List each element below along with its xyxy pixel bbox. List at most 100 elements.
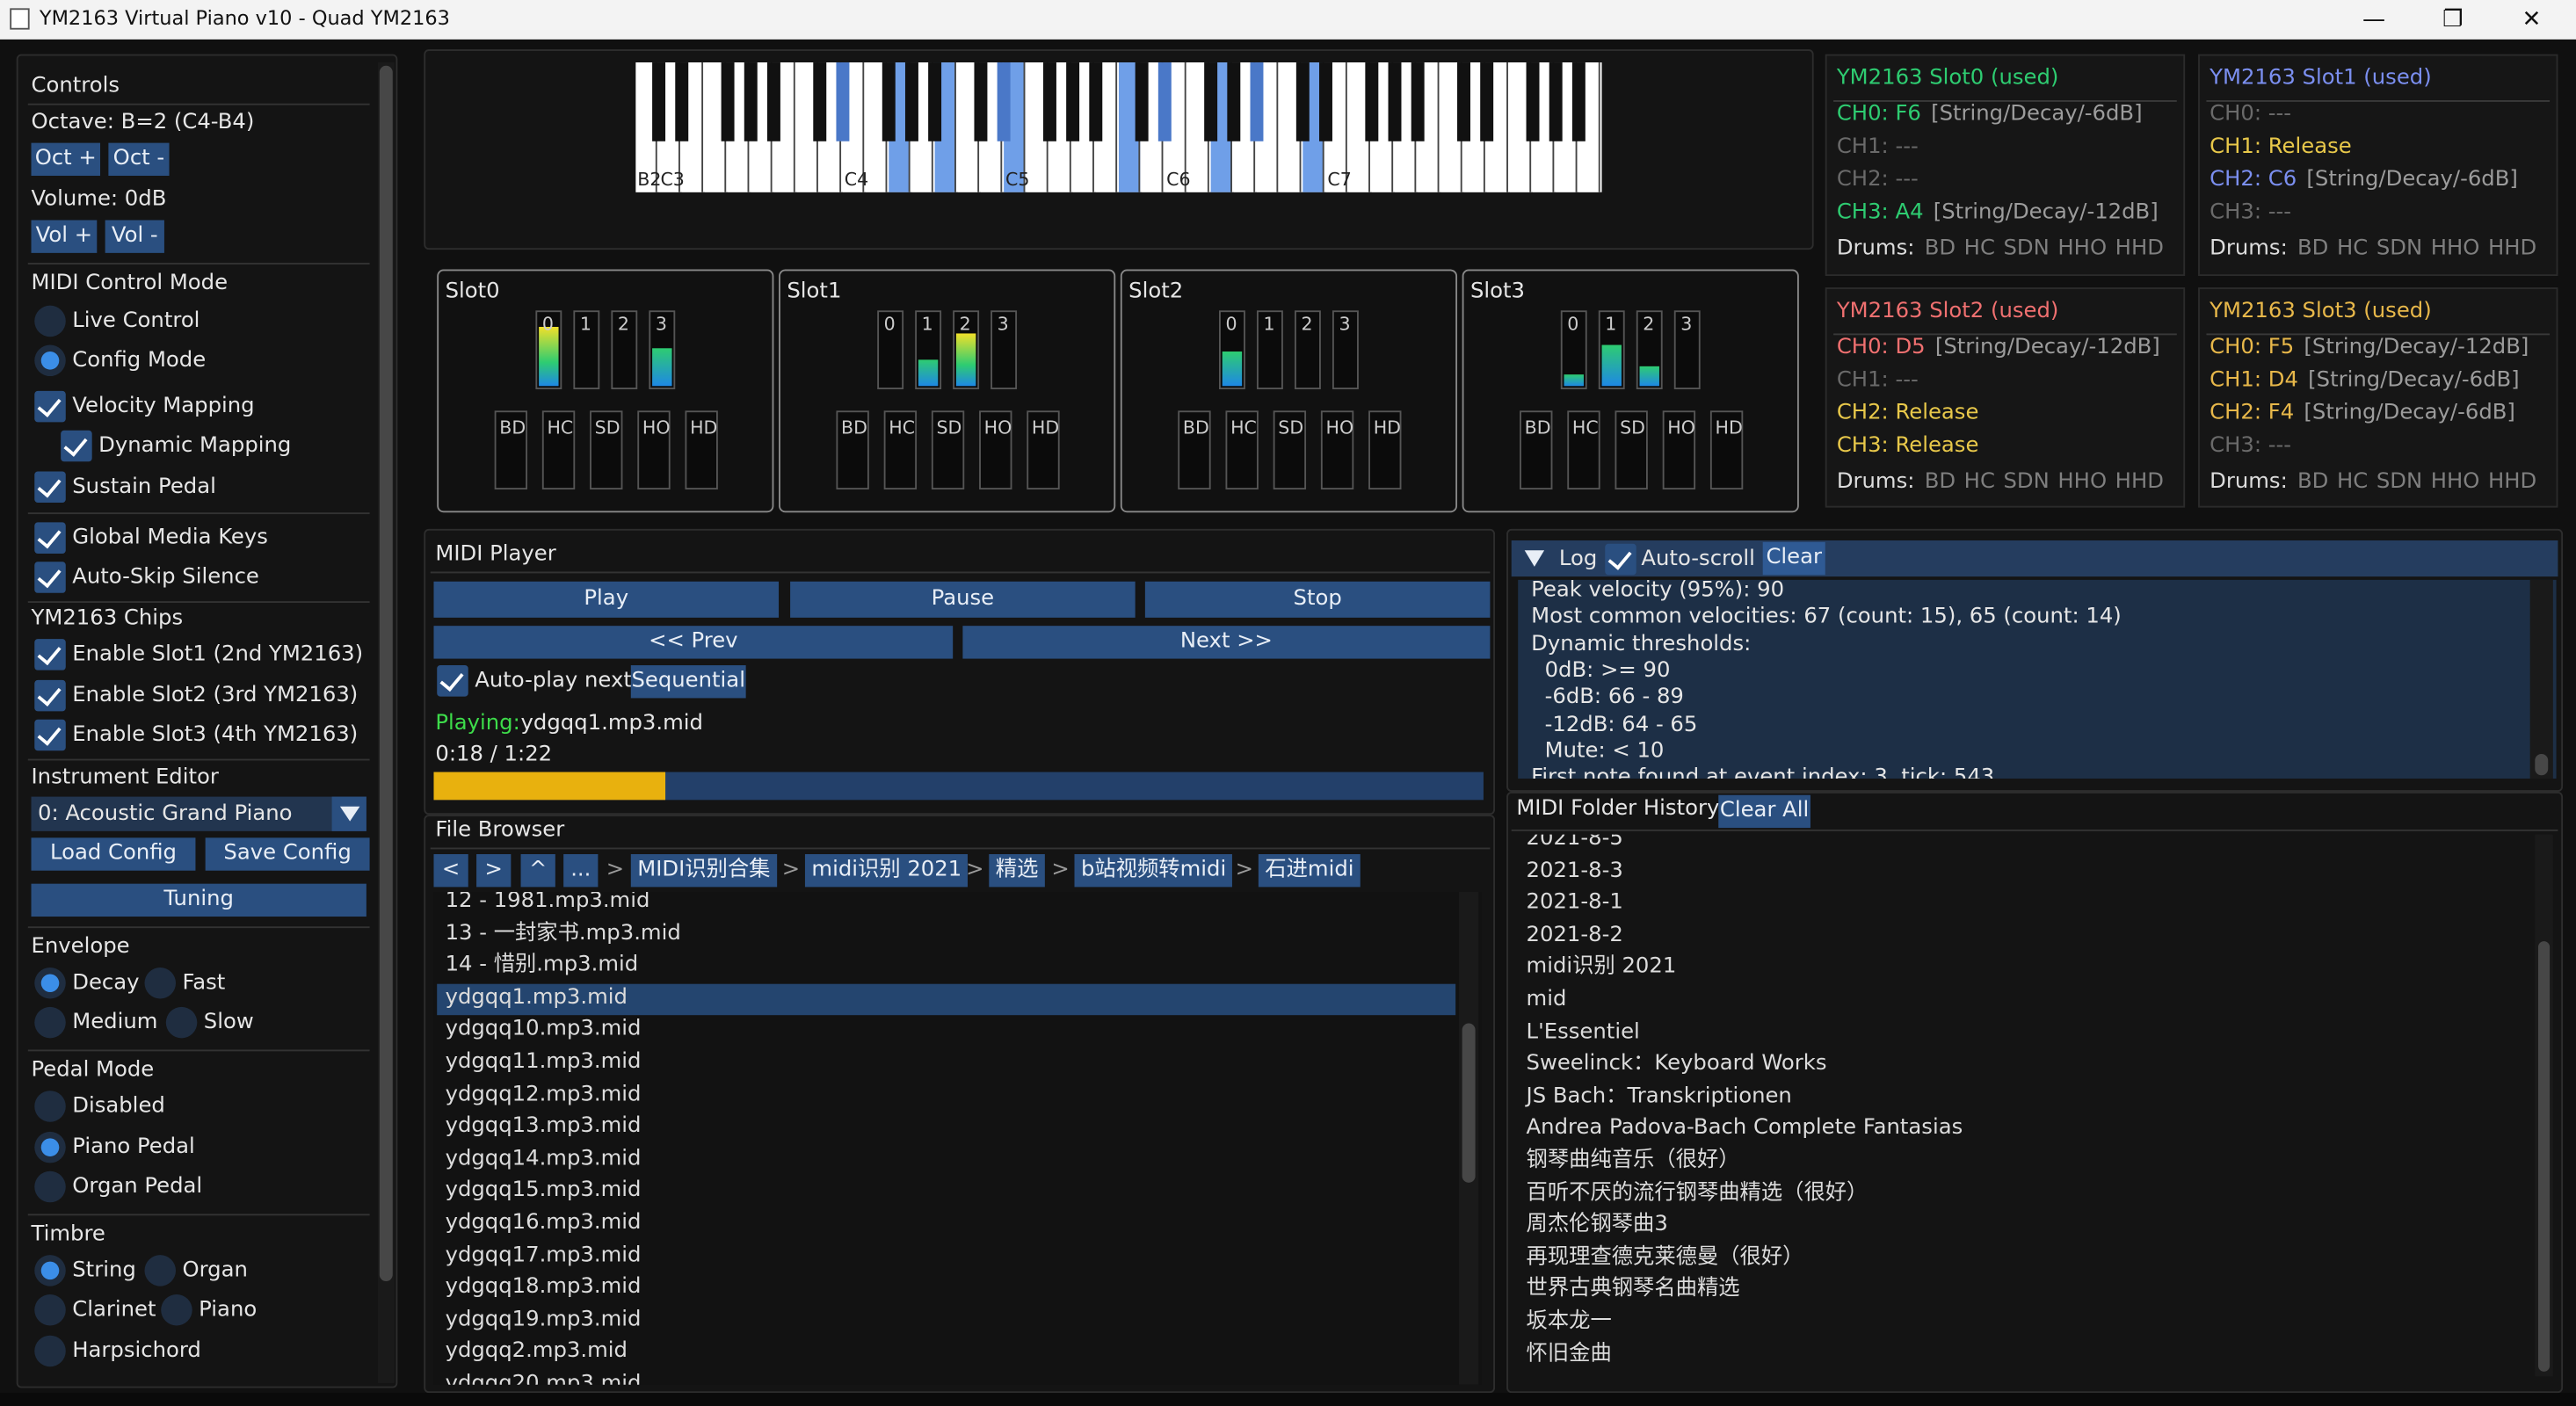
file-list-scroll-thumb[interactable] (1462, 1023, 1476, 1183)
pedal-piano-radio[interactable] (34, 1131, 66, 1163)
folder-history-list[interactable]: 2021-8-5 2021-8-3 2021-8-1 2021-8-2 midi识别 2… (1514, 834, 2553, 1377)
controls-scroll-thumb[interactable] (379, 65, 393, 1282)
black-key[interactable] (1135, 62, 1149, 141)
file-row[interactable]: 14 - 惜别.mp3.mid (446, 950, 639, 982)
timbre-string-radio[interactable] (34, 1255, 66, 1286)
stop-button[interactable]: Stop (1144, 581, 1491, 618)
black-key[interactable] (904, 62, 919, 141)
volume-up-button[interactable]: Vol + (31, 220, 98, 253)
breadcrumb-item[interactable]: b站视频转midi (1074, 854, 1233, 888)
file-list-scrollbar[interactable] (1458, 892, 1479, 1385)
next-button[interactable]: Next >> (962, 626, 1491, 659)
pedal-organ-radio[interactable] (34, 1170, 66, 1203)
file-row[interactable]: ydgqq11.mp3.mid (446, 1047, 642, 1078)
live-control-radio[interactable] (34, 305, 66, 337)
timbre-harpsichord-radio[interactable] (34, 1335, 66, 1367)
file-row[interactable]: 13 - 一封家书.mp3.mid (446, 917, 681, 949)
black-key[interactable] (1571, 62, 1586, 141)
history-item[interactable]: 百听不厌的流行钢琴曲精选（很好） (1527, 1178, 1869, 1209)
history-item[interactable]: Andrea Padova-Bach Complete Fantasias (1527, 1112, 1963, 1144)
black-key[interactable] (1388, 62, 1402, 141)
piano-keyboard[interactable]: B2 C3 C4 C5 C6 C7 (635, 62, 1602, 192)
file-row[interactable]: ydgqq1.mp3.mid (446, 982, 628, 1013)
black-key[interactable] (927, 62, 942, 141)
history-scroll-thumb[interactable] (2538, 941, 2551, 1372)
black-key[interactable] (651, 62, 666, 141)
pedal-disabled-radio[interactable] (34, 1091, 66, 1122)
octave-up-button[interactable]: Oct + (31, 142, 101, 177)
black-key[interactable] (1250, 62, 1264, 141)
history-item[interactable]: L'Essentiel (1527, 1016, 1640, 1047)
file-row[interactable]: ydgqq12.mp3.mid (446, 1078, 642, 1110)
file-row[interactable]: ydgqq17.mp3.mid (446, 1240, 642, 1272)
enable-slot1-checkbox[interactable] (34, 639, 66, 670)
history-item[interactable]: 2021-8-2 (1527, 919, 1623, 951)
file-row[interactable]: ydgqq10.mp3.mid (446, 1014, 642, 1046)
octave-down-button[interactable]: Oct - (108, 142, 170, 177)
envelope-fast-radio[interactable] (144, 967, 177, 999)
black-key[interactable] (836, 62, 850, 141)
black-key[interactable] (882, 62, 896, 141)
sustain-pedal-checkbox[interactable] (34, 471, 66, 503)
timbre-piano-radio[interactable] (161, 1294, 192, 1326)
play-button[interactable]: Play (433, 581, 780, 618)
black-key[interactable] (812, 62, 827, 141)
sequential-button[interactable]: Sequential (630, 665, 746, 699)
file-row[interactable]: ydgqq16.mp3.mid (446, 1207, 642, 1239)
file-list[interactable]: 12 - 1981.mp3.mid 13 - 一封家书.mp3.mid 14 - 惜… (433, 892, 1483, 1385)
envelope-decay-radio[interactable] (34, 967, 66, 999)
history-item[interactable]: 怀旧金曲 (1527, 1338, 1612, 1370)
global-media-keys-checkbox[interactable] (34, 522, 66, 554)
black-key[interactable] (766, 62, 781, 141)
autoplay-checkbox[interactable] (437, 665, 468, 697)
breadcrumb-item[interactable]: midi识别 2021 (804, 854, 969, 888)
black-key[interactable] (1364, 62, 1379, 141)
history-item[interactable]: 2021-8-5 (1527, 835, 1623, 854)
history-item[interactable]: 再现理查德克莱德曼（很好） (1527, 1242, 1804, 1273)
breadcrumb-item[interactable]: 石进midi (1258, 854, 1361, 888)
back-button[interactable]: < (433, 854, 468, 888)
collapse-arrow-icon[interactable] (1524, 550, 1545, 567)
history-item[interactable]: 2021-8-3 (1527, 855, 1623, 887)
log-text-area[interactable]: Peak velocity (95%): 90 Most common veloc… (1518, 579, 2557, 779)
black-key[interactable] (744, 62, 758, 141)
black-key[interactable] (1088, 62, 1103, 141)
enable-slot3-checkbox[interactable] (34, 719, 66, 751)
black-key[interactable] (974, 62, 988, 141)
log-scroll-thumb[interactable] (2535, 753, 2549, 776)
black-key[interactable] (1295, 62, 1310, 141)
history-item[interactable]: 坂本龙一 (1527, 1306, 1612, 1337)
breadcrumb-item[interactable]: 精选 (989, 854, 1045, 888)
black-key[interactable] (1479, 62, 1494, 141)
history-item[interactable]: JS Bach：Transkriptionen (1527, 1081, 1792, 1112)
log-scrollbar[interactable] (2529, 579, 2553, 779)
save-config-button[interactable]: Save Config (205, 837, 370, 871)
prev-button[interactable]: << Prev (433, 626, 954, 659)
more-button[interactable]: ... (563, 854, 599, 888)
tuning-button[interactable]: Tuning (31, 883, 366, 917)
envelope-slow-radio[interactable] (165, 1006, 198, 1039)
pause-button[interactable]: Pause (790, 581, 1136, 618)
black-key[interactable] (1549, 62, 1564, 141)
up-button[interactable]: ^ (520, 854, 555, 888)
maximize-button[interactable]: ❐ (2415, 0, 2491, 40)
black-key[interactable] (1456, 62, 1471, 141)
enable-slot2-checkbox[interactable] (34, 679, 66, 712)
file-row[interactable]: ydgqq15.mp3.mid (446, 1175, 642, 1207)
controls-scrollbar[interactable] (377, 62, 395, 1383)
auto-skip-silence-checkbox[interactable] (34, 562, 66, 593)
black-key[interactable] (1411, 62, 1425, 141)
load-config-button[interactable]: Load Config (31, 837, 196, 871)
black-key[interactable] (1526, 62, 1540, 141)
file-row[interactable]: ydgqq18.mp3.mid (446, 1272, 642, 1303)
file-row[interactable]: 12 - 1981.mp3.mid (446, 892, 650, 917)
black-key[interactable] (1157, 62, 1172, 141)
history-scrollbar[interactable] (2535, 834, 2553, 1377)
instrument-select[interactable]: 0: Acoustic Grand Piano (31, 796, 366, 831)
close-button[interactable]: ✕ (2494, 0, 2570, 40)
timbre-clarinet-radio[interactable] (34, 1294, 66, 1326)
history-item[interactable]: 钢琴曲纯音乐（很好） (1527, 1145, 1740, 1177)
envelope-medium-radio[interactable] (34, 1006, 66, 1039)
history-item[interactable]: mid (1527, 984, 1567, 1016)
file-row[interactable]: ydgqq20.mp3.mid (446, 1368, 642, 1385)
